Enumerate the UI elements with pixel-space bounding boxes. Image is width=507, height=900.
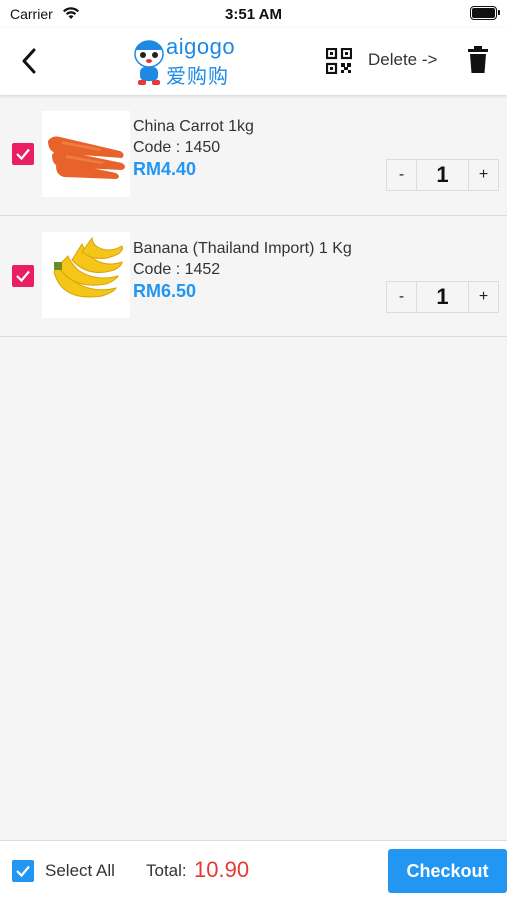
check-icon <box>16 865 30 878</box>
item-name: China Carrot 1kg <box>133 118 254 135</box>
increase-quantity-button[interactable]: + <box>468 282 498 312</box>
status-bar: Carrier 3:51 AM <box>0 0 507 28</box>
delete-label: Delete -> <box>368 50 438 69</box>
checkout-button[interactable]: Checkout <box>388 849 507 893</box>
item-price: RM4.40 <box>133 159 197 179</box>
cart-item: Banana (Thailand Import) 1 Kg Code : 145… <box>0 216 507 337</box>
aigogo-logo: aigogo 爱购购 <box>132 34 242 90</box>
qr-scan-button[interactable] <box>325 47 353 75</box>
banana-image <box>42 232 130 318</box>
chevron-left-icon <box>22 48 36 74</box>
quantity-value: 1 <box>436 162 449 187</box>
quantity-stepper: - 1 + <box>386 159 499 191</box>
select-all-checkbox[interactable] <box>12 860 34 882</box>
cart-item: China Carrot 1kg Code : 1450 RM4.40 - 1 … <box>0 95 507 216</box>
quantity-stepper: - 1 + <box>386 281 499 313</box>
item-name: Banana (Thailand Import) 1 Kg <box>133 240 352 257</box>
check-icon <box>16 148 30 161</box>
delete-button[interactable] <box>466 46 490 74</box>
logo-text: aigogo <box>166 34 236 59</box>
increase-quantity-button[interactable]: + <box>468 160 498 190</box>
carrot-image <box>42 111 130 197</box>
total-label: Total: <box>146 861 187 880</box>
item-price: RM6.50 <box>133 281 197 301</box>
quantity-value: 1 <box>436 284 449 309</box>
item-code: Code : 1452 <box>133 261 221 278</box>
item-code: Code : 1450 <box>133 139 221 156</box>
banana-illustration <box>53 236 123 298</box>
cart-list: China Carrot 1kg Code : 1450 RM4.40 - 1 … <box>0 95 507 337</box>
back-button[interactable] <box>14 44 44 78</box>
panda-mascot-icon <box>134 40 164 85</box>
qr-code-icon <box>325 47 353 75</box>
logo-chinese-text: 爱购购 <box>166 66 229 88</box>
decrease-quantity-button[interactable]: - <box>387 282 417 312</box>
decrease-quantity-button[interactable]: - <box>387 160 417 190</box>
nav-bar: aigogo 爱购购 Delete -> <box>0 28 507 95</box>
item-checkbox[interactable] <box>12 265 34 287</box>
carrot-illustration <box>48 136 125 179</box>
status-time: 3:51 AM <box>225 6 282 23</box>
trash-icon <box>468 46 488 73</box>
select-all-label[interactable]: Select All <box>45 861 115 881</box>
total-value: 10.90 <box>194 857 250 882</box>
item-checkbox[interactable] <box>12 143 34 165</box>
battery-icon <box>470 6 500 20</box>
checkout-bar: Select All Total: 10.90 Checkout <box>0 840 507 900</box>
check-icon <box>16 270 30 283</box>
